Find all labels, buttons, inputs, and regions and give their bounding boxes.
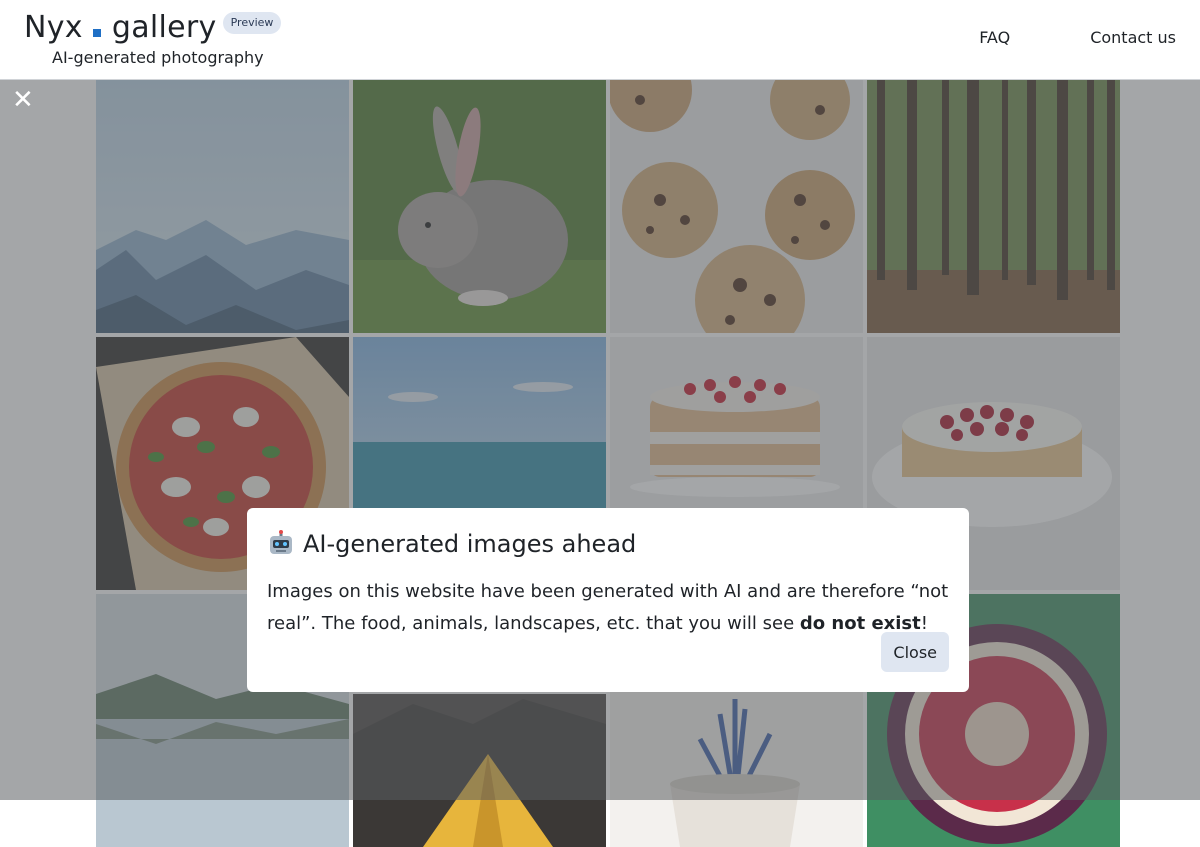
site-tagline: AI-generated photography [52,48,264,67]
logo-text-nyx: Nyx [24,10,83,45]
close-button[interactable]: Close [881,632,949,672]
close-icon[interactable]: ✕ [12,87,34,113]
dialog-title: AI-generated images ahead [267,526,949,562]
nav-link-faq[interactable]: FAQ [979,28,1010,47]
site-header: Nyx gallery Preview AI-generated photogr… [0,0,1200,80]
logo-text-gallery: gallery [111,10,217,45]
ai-notice-dialog: AI-generated images ahead Images on this… [247,508,969,692]
logo-wordmark: Nyx gallery Preview [24,8,282,48]
dialog-body: Images on this website have been generat… [267,576,949,640]
dialog-body-emphasis: do not exist [799,613,921,634]
nav-link-contact[interactable]: Contact us [1090,28,1176,47]
site-logo[interactable]: Nyx gallery Preview AI-generated photogr… [24,8,282,68]
dialog-body-end: ! [920,613,928,634]
logo-dot-icon [92,29,101,37]
preview-badge: Preview [222,12,282,34]
modal-backdrop[interactable] [0,80,1200,800]
main-nav: FAQ Contact us [979,28,1176,47]
dialog-title-text: AI-generated images ahead [303,530,637,558]
robot-icon [270,530,292,554]
